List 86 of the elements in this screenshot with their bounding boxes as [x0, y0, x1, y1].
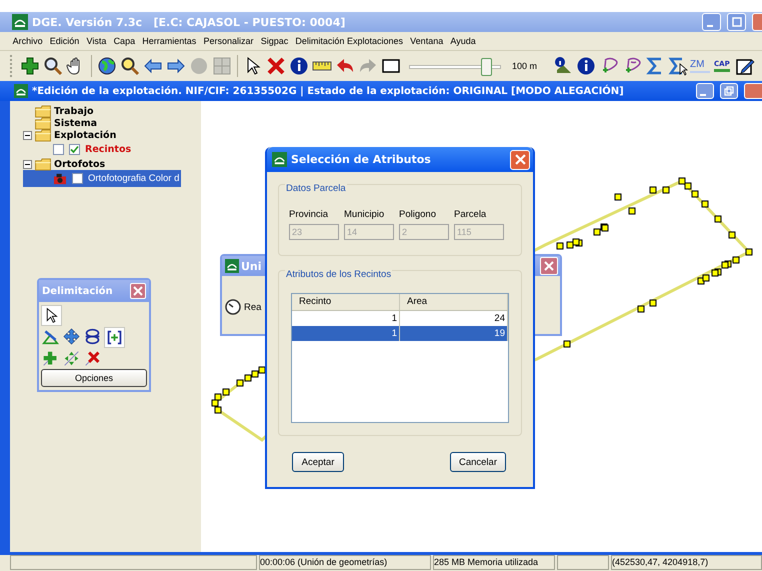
- collapse-toggle[interactable]: [23, 160, 32, 168]
- group-label: Atributos de los Recintos: [285, 269, 392, 280]
- menu-item[interactable]: Herramientas: [138, 36, 200, 46]
- menu-item[interactable]: Edición: [46, 36, 83, 46]
- field-label: Poligono: [399, 209, 437, 220]
- globe-icon[interactable]: [96, 55, 118, 77]
- menu-item[interactable]: Delimitación Explotaciones: [292, 36, 407, 46]
- minimize-button[interactable]: [696, 83, 714, 99]
- layer-group-label[interactable]: Ortofotos: [54, 158, 106, 170]
- camera-icon: [53, 172, 67, 184]
- layer-checkbox[interactable]: [53, 144, 64, 155]
- minimize-button[interactable]: [702, 13, 721, 31]
- field-label: Parcela: [454, 209, 488, 220]
- close-button[interactable]: [510, 150, 530, 170]
- app-logo-icon: [14, 84, 28, 98]
- app-logo-icon: [225, 259, 239, 273]
- maximize-icon: [732, 17, 742, 27]
- accept-button[interactable]: Aceptar: [292, 452, 344, 472]
- info-icon[interactable]: [575, 55, 598, 77]
- close-button[interactable]: [744, 83, 762, 99]
- column-header[interactable]: Area: [400, 294, 508, 310]
- add-icon[interactable]: [19, 55, 41, 77]
- close-button[interactable]: [130, 283, 146, 299]
- window-title: DGE. Versión 7.3c [E.C: CAJASOL - PUESTO: 0004]: [32, 16, 346, 28]
- close-button[interactable]: [540, 257, 558, 275]
- table-cell: 1: [292, 326, 400, 341]
- table-cell: 19: [400, 326, 508, 341]
- folder-icon: [34, 104, 52, 118]
- palette-title: Delimitación: [42, 286, 114, 296]
- field-label: Municipio: [344, 209, 386, 220]
- layer-item[interactable]: Recintos: [23, 141, 134, 158]
- menu-item[interactable]: Ayuda: [446, 36, 480, 46]
- dialog-title: Selección de Atributos: [291, 153, 431, 166]
- menu-item[interactable]: Vista: [82, 36, 110, 46]
- pointer-icon[interactable]: [41, 305, 62, 326]
- restore-icon: [724, 86, 734, 96]
- close-icon: [514, 154, 526, 165]
- zoom-icon[interactable]: [119, 55, 141, 77]
- minimize-icon: [706, 25, 712, 27]
- table-row[interactable]: 1 19: [292, 326, 508, 341]
- options-button[interactable]: Opciones: [41, 369, 147, 387]
- progress-message: Rea: [244, 302, 262, 312]
- folder-icon: [34, 116, 52, 130]
- collapse-toggle[interactable]: [23, 130, 32, 140]
- layer-group-label[interactable]: Explotación: [54, 130, 116, 140]
- maximize-button[interactable]: [727, 13, 746, 31]
- info-icon[interactable]: [288, 55, 310, 77]
- menu-item[interactable]: Ventana: [406, 36, 447, 46]
- minimize-icon: [700, 94, 706, 96]
- layer-item[interactable]: Ortofotografia Color d: [23, 170, 182, 187]
- status-text: 00:00:06 (Unión de geometrías): [259, 555, 431, 570]
- delete-vertex-icon[interactable]: [83, 349, 102, 368]
- split-icon[interactable]: [83, 327, 102, 346]
- layer-group-label[interactable]: Sistema: [54, 118, 98, 128]
- close-button[interactable]: [752, 13, 762, 31]
- clock-icon: [225, 299, 241, 315]
- menu-item[interactable]: Archivo: [9, 36, 46, 46]
- menu-item[interactable]: Sigpac: [257, 36, 292, 46]
- close-icon: [133, 286, 143, 296]
- bracket-icon[interactable]: [104, 327, 125, 348]
- close-icon: [544, 261, 554, 271]
- layer-group-label[interactable]: Trabajo: [54, 106, 94, 116]
- menu-item[interactable]: Capa: [110, 36, 139, 46]
- scale-slider[interactable]: [409, 56, 501, 76]
- window-title: Uni: [241, 260, 262, 272]
- column-header[interactable]: Recinto: [292, 294, 400, 310]
- layer-checkbox[interactable]: [69, 144, 80, 155]
- coordinates-text: (452530,47, 4204918,7): [611, 555, 762, 570]
- zoom-icon[interactable]: [42, 55, 64, 77]
- move-icon[interactable]: [62, 327, 81, 346]
- field-label: Provincia: [289, 209, 330, 220]
- layer-checkbox[interactable]: [72, 173, 83, 184]
- sigma-pointer-icon[interactable]: [667, 55, 690, 77]
- app-logo-icon: [272, 152, 287, 167]
- app-logo-icon: [12, 14, 28, 30]
- scale-reading: 100 m: [512, 61, 538, 71]
- group-label: Datos Parcela: [285, 183, 347, 194]
- delete-icon[interactable]: [265, 55, 287, 77]
- folder-icon: [34, 158, 52, 170]
- restore-button[interactable]: [720, 83, 738, 99]
- status-pane: [557, 555, 609, 570]
- status-text: 285 MB Memoria utilizada: [433, 555, 555, 570]
- menu-item[interactable]: Personalizar: [200, 36, 258, 46]
- cancel-button[interactable]: Cancelar: [450, 452, 506, 472]
- document-title: *Edición de la explotación. NIF/CIF: 26135502G | Estado de la explotación: ORIGINAL [MODO ALEGACIÓN]: [32, 86, 624, 96]
- folder-icon: [34, 128, 52, 142]
